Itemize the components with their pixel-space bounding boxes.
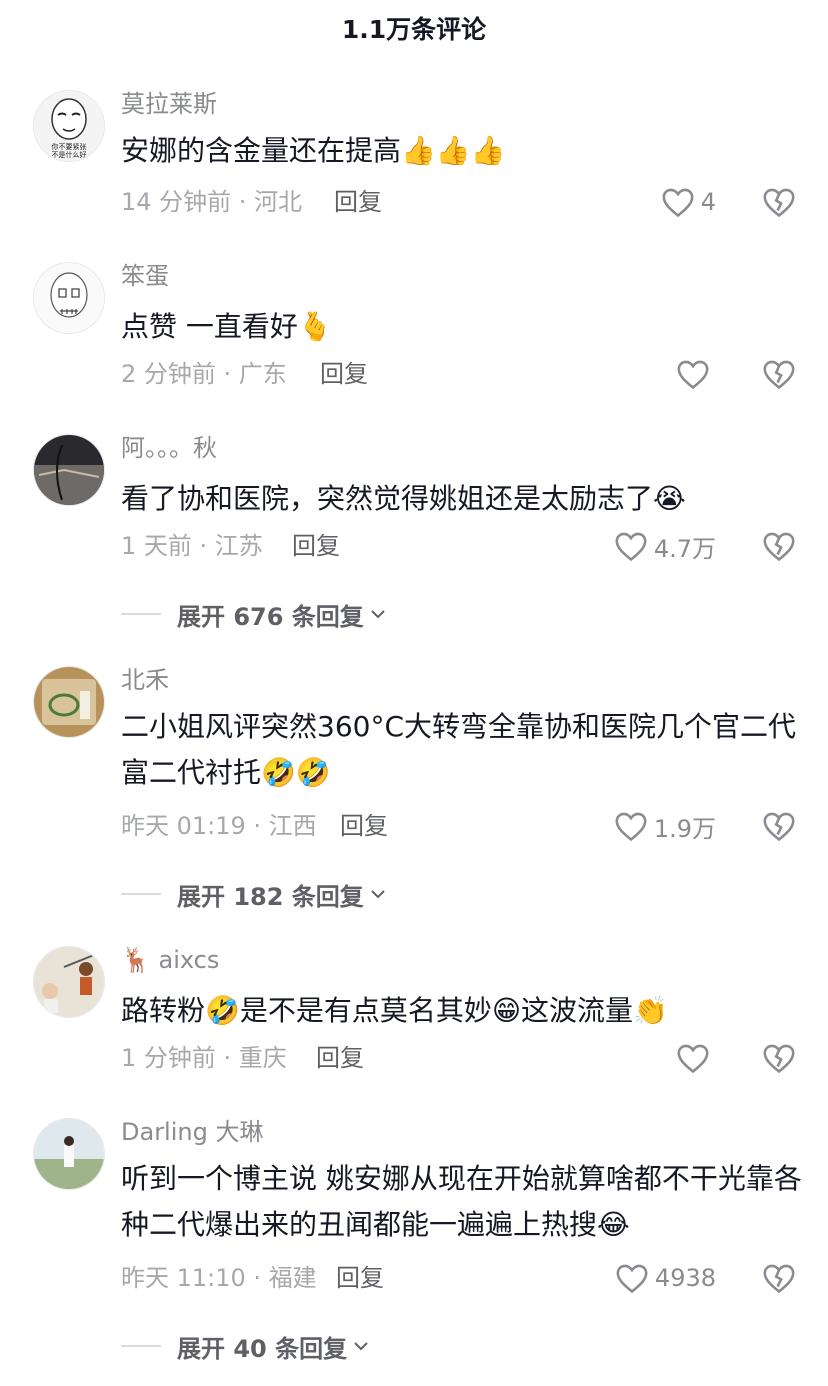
username[interactable]: 🦌 aixcs (121, 944, 219, 976)
divider-line (121, 1345, 161, 1347)
expand-replies-label: 展开 40 条回复 (177, 1334, 348, 1363)
dislike-button[interactable] (762, 809, 796, 843)
avatar[interactable]: 你不要紧张 不是什么好 (33, 90, 105, 162)
reply-button[interactable]: 回复 (334, 186, 382, 218)
comment-text: 路转粉🤣是不是有点莫名其妙😁这波流量👏 (121, 994, 668, 1027)
heart-icon (677, 1044, 709, 1074)
like-count: 4.7万 (653, 534, 716, 563)
username[interactable]: 莫拉莱斯 (121, 88, 217, 120)
heart-icon (616, 1264, 648, 1294)
avatar[interactable] (33, 1118, 105, 1190)
broken-heart-icon (763, 360, 795, 390)
avatar[interactable] (33, 434, 105, 506)
username[interactable]: 阿。。。秋 (121, 432, 217, 464)
avatar[interactable] (33, 262, 105, 334)
comments-header: 1.1万条评论 (0, 0, 828, 56)
heart-icon (615, 532, 647, 562)
comment-count-title: 1.1万条评论 (341, 15, 487, 44)
broken-heart-icon (763, 1044, 795, 1074)
reply-button[interactable]: 回复 (316, 1042, 364, 1074)
reply-button[interactable]: 回复 (320, 358, 368, 390)
expand-replies-button[interactable]: 展开 40 条回复 (121, 1328, 371, 1364)
comment-meta: 昨天 01:19 · 江西 (121, 812, 317, 840)
comment-text: 听到一个博主说 姚安娜从现在开始就算啥都不干光靠各种二代爆出来的丑闻都能一遍遍上… (121, 1162, 802, 1241)
chevron-down-icon (371, 890, 385, 899)
like-button[interactable]: 4 (661, 184, 716, 220)
avatar[interactable] (33, 946, 105, 1018)
heart-icon (662, 188, 694, 218)
like-count: 4 (700, 188, 716, 216)
reply-button[interactable]: 回复 (336, 1262, 384, 1294)
chevron-down-icon (371, 610, 385, 619)
reply-button[interactable]: 回复 (292, 530, 340, 562)
reply-button[interactable]: 回复 (340, 810, 388, 842)
chevron-down-icon (354, 1342, 368, 1351)
like-button[interactable] (676, 356, 716, 392)
like-button[interactable]: 4.7万 (614, 528, 716, 564)
username[interactable]: 北禾 (121, 664, 169, 696)
like-button[interactable] (676, 1040, 716, 1076)
expand-replies-label: 展开 182 条回复 (177, 882, 364, 911)
like-count: 4938 (654, 1264, 716, 1292)
expand-replies-label: 展开 676 条回复 (177, 602, 364, 631)
username[interactable]: 笨蛋 (121, 260, 169, 292)
heart-icon (677, 360, 709, 390)
dislike-button[interactable] (762, 529, 796, 563)
divider-line (121, 613, 161, 615)
comment-meta: 昨天 11:10 · 福建 (121, 1264, 317, 1292)
comment-meta: 1 天前 · 江苏 (121, 532, 263, 560)
comment-text: 看了协和医院，突然觉得姚姐还是太励志了😭 (121, 482, 686, 515)
broken-heart-icon (763, 1264, 795, 1294)
comment-meta: 14 分钟前 · 河北 (121, 188, 303, 216)
username[interactable]: Darling 大琳 (121, 1116, 263, 1148)
svg-text:不是什么好: 不是什么好 (52, 150, 87, 159)
like-count: 1.9万 (653, 814, 716, 843)
comment-meta: 1 分钟前 · 重庆 (121, 1044, 287, 1072)
comment-text: 二小姐风评突然360°C大转弯全靠协和医院几个官二代富二代衬托🤣🤣 (121, 710, 796, 789)
like-button[interactable]: 4938 (615, 1260, 716, 1296)
expand-replies-button[interactable]: 展开 676 条回复 (121, 596, 388, 632)
dislike-button[interactable] (762, 185, 796, 219)
heart-icon (615, 812, 647, 842)
comment-text: 安娜的含金量还在提高👍👍👍 (121, 134, 506, 167)
avatar[interactable] (33, 666, 105, 738)
dislike-button[interactable] (762, 1041, 796, 1075)
broken-heart-icon (763, 188, 795, 218)
expand-replies-button[interactable]: 展开 182 条回复 (121, 876, 388, 912)
comment-meta: 2 分钟前 · 广东 (121, 360, 287, 388)
svg-text:你不要紧张: 你不要紧张 (52, 142, 87, 151)
dislike-button[interactable] (762, 357, 796, 391)
dislike-button[interactable] (762, 1261, 796, 1295)
comment-text: 点赞 一直看好🫰 (121, 310, 333, 343)
broken-heart-icon (763, 812, 795, 842)
like-button[interactable]: 1.9万 (614, 808, 716, 844)
divider-line (121, 893, 161, 895)
broken-heart-icon (763, 532, 795, 562)
